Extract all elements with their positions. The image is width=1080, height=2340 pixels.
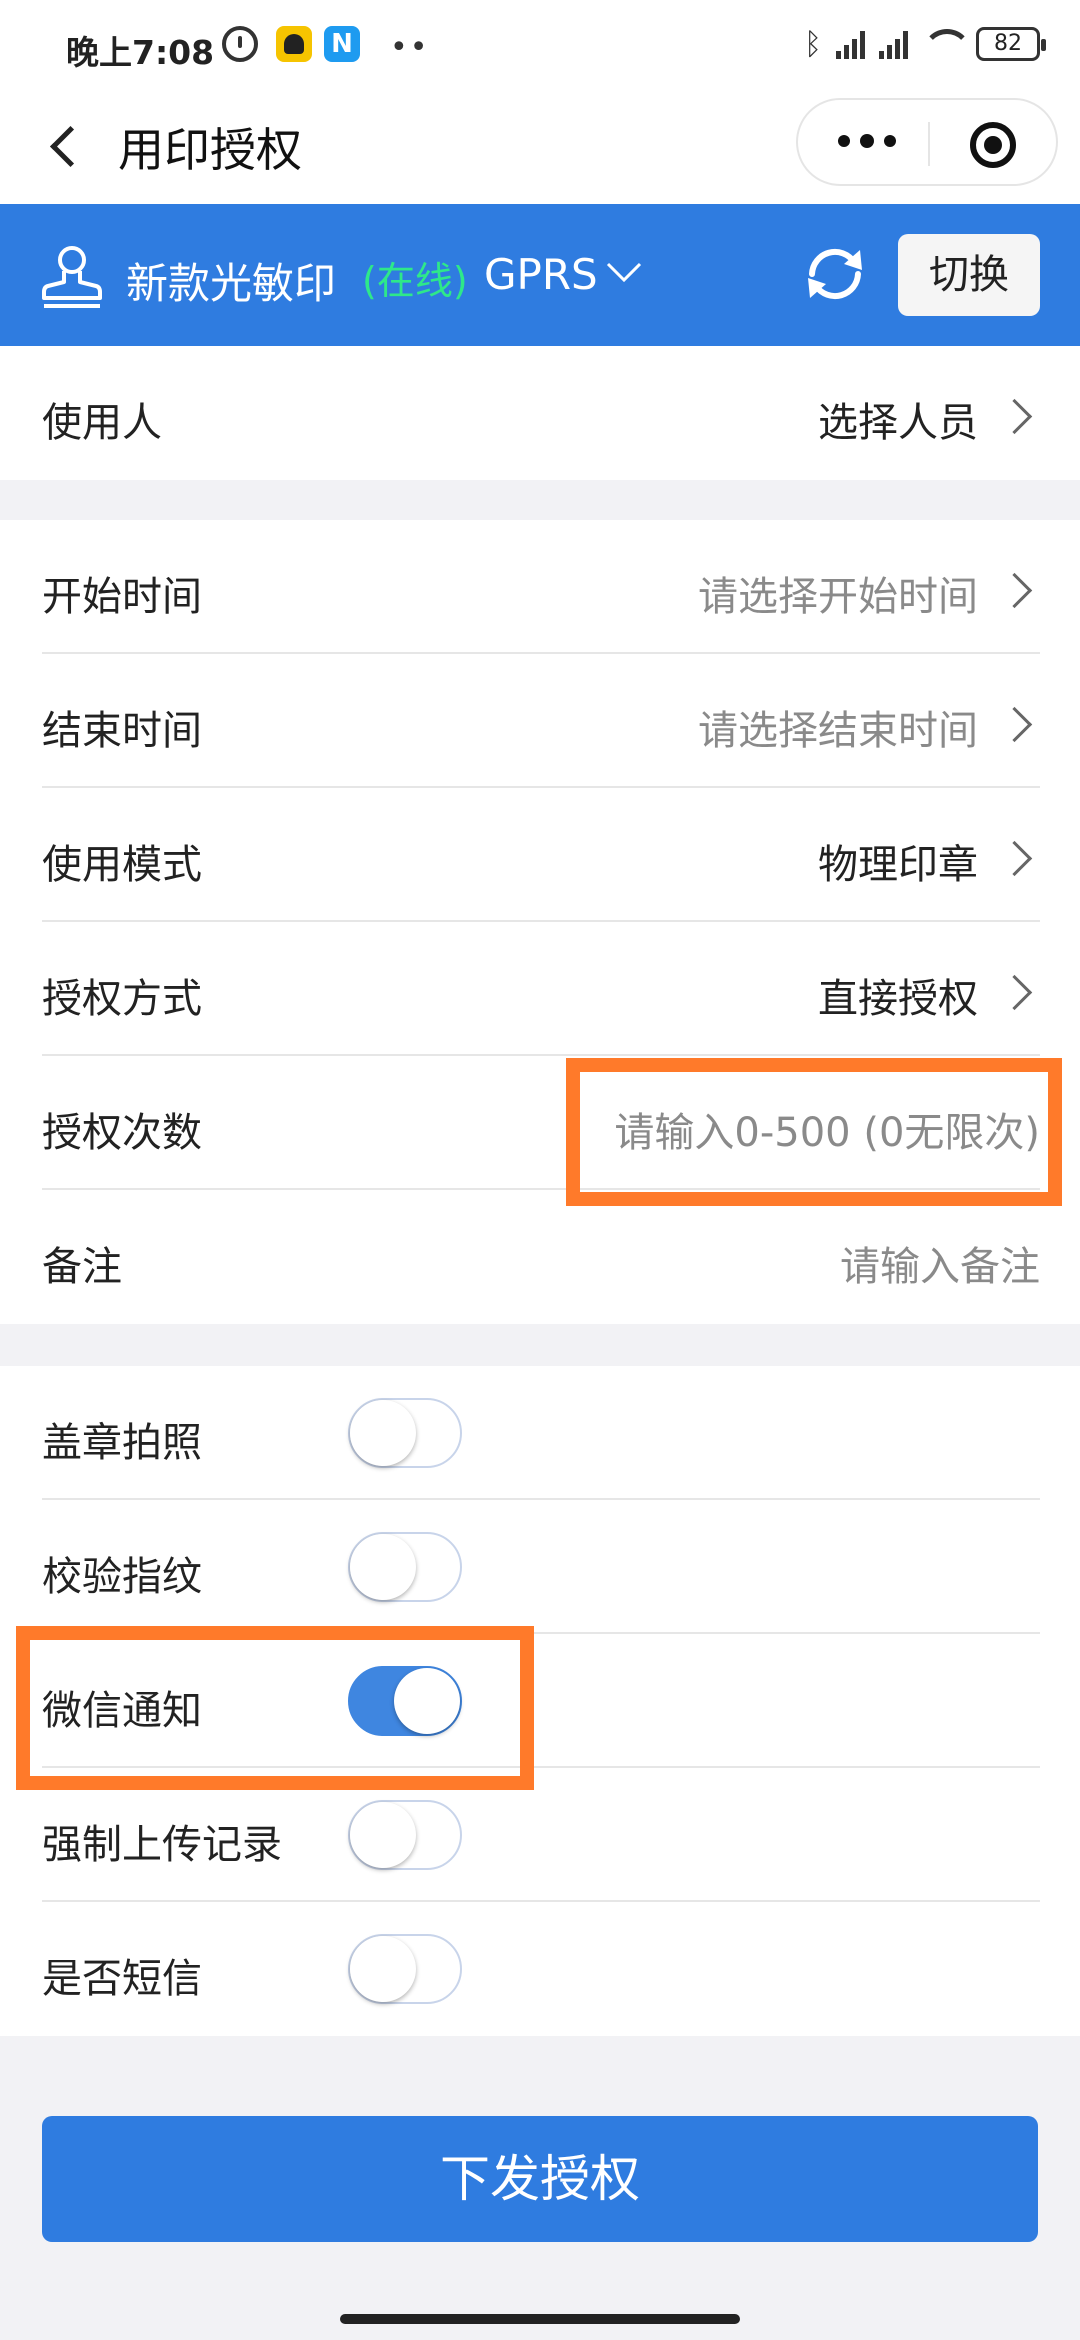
status-right-icons: ᛒ 82 [804,24,1046,64]
highlight-box-count [566,1058,1062,1206]
switch-device-button[interactable]: 切换 [898,234,1040,316]
chevron-right-icon [1002,972,1032,1010]
end-time-label: 结束时间 [42,708,202,754]
toggle-knob [350,1400,416,1466]
toggle-knob [350,1802,416,1868]
auth-method-row[interactable]: 授权方式 直接授权 [42,922,1040,1056]
chevron-right-icon [1002,570,1032,608]
user-section: 使用人 选择人员 [0,346,1080,480]
more-notifications-icon: •• [390,30,430,65]
photo-on-stamp-toggle[interactable] [348,1398,462,1468]
toggle-knob [350,1534,416,1600]
user-select-row[interactable]: 使用人 选择人员 [42,346,1040,480]
bluetooth-icon: ᛒ [804,26,822,62]
use-mode-label: 使用模式 [42,842,202,888]
back-arrow-icon[interactable] [46,120,86,170]
sms-toggle[interactable] [348,1934,462,2004]
home-indicator [340,2314,740,2324]
wifi-icon [922,29,972,59]
user-label: 使用人 [42,400,162,446]
end-time-row[interactable]: 结束时间 请选择结束时间 [42,654,1040,788]
toggle-row: 是否短信 [42,1902,1040,2036]
sms-label: 是否短信 [42,1956,202,2002]
capsule-divider [928,122,930,166]
signal-icon [879,29,908,59]
device-header: 新款光敏印 (在线) GPRS 切换 [0,204,1080,346]
start-time-label: 开始时间 [42,574,202,620]
status-time: 晚上7:08 [66,33,215,72]
verify-fingerprint-toggle[interactable] [348,1532,462,1602]
toggle-knob [350,1936,416,2002]
issue-authorization-button[interactable]: 下发授权 [42,2116,1038,2242]
status-bar: 晚上7:08 N •• ᛒ 82 [0,0,1080,90]
chevron-down-icon[interactable] [606,260,642,284]
mini-program-capsule [796,98,1058,186]
refresh-icon[interactable] [800,244,870,304]
start-time-placeholder: 请选择开始时间 [698,574,978,620]
photo-on-stamp-label: 盖章拍照 [42,1420,202,1466]
highlight-box-wechat [16,1626,534,1790]
device-connection-type[interactable]: GPRS [484,250,598,299]
chevron-right-icon [1002,838,1032,876]
app-notification-icon [276,26,312,62]
toggle-row: 盖章拍照 [42,1366,1040,1500]
nav-bar: 用印授权 [0,90,1080,204]
chevron-right-icon [1002,396,1032,434]
verify-fingerprint-label: 校验指纹 [42,1554,202,1600]
toggle-row: 校验指纹 [42,1500,1040,1634]
close-target-icon[interactable] [970,122,1016,168]
end-time-placeholder: 请选择结束时间 [698,708,978,754]
page-title: 用印授权 [118,123,302,177]
signal-hd-icon [836,29,865,59]
auth-method-label: 授权方式 [42,976,202,1022]
alarm-icon [222,26,258,62]
remark-label: 备注 [42,1244,122,1290]
device-online-status: (在线) [362,259,468,303]
remark-row: 备注 请输入备注 [42,1190,1040,1324]
use-mode-row[interactable]: 使用模式 物理印章 [42,788,1040,922]
start-time-row[interactable]: 开始时间 请选择开始时间 [42,520,1040,654]
user-value: 选择人员 [818,400,978,446]
auth-method-value: 直接授权 [818,976,978,1022]
chevron-right-icon [1002,704,1032,742]
use-mode-value: 物理印章 [818,842,978,888]
seal-stamp-icon [42,246,102,308]
n-app-icon: N [324,26,360,62]
remark-input[interactable]: 请输入备注 [840,1234,1040,1292]
battery-icon: 82 [976,27,1046,61]
more-dots-icon[interactable] [838,132,896,152]
force-upload-toggle[interactable] [348,1800,462,1870]
force-upload-label: 强制上传记录 [42,1822,282,1868]
device-name[interactable]: 新款光敏印 [126,250,336,311]
auth-count-label: 授权次数 [42,1110,202,1156]
